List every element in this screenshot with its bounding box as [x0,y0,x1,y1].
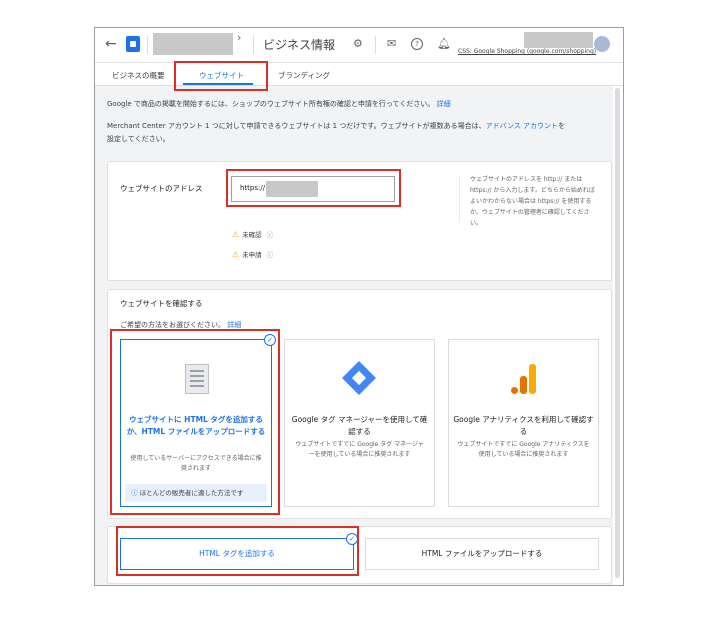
upload-html-file-button[interactable]: HTML ファイルをアップロードする [365,538,599,570]
option-html-tag-sub: 使用しているサーバーにアクセスできる場合に推奨されます [130,455,262,472]
intro-line-2-end: を [558,122,566,130]
add-html-tag-button[interactable]: HTML タグを追加する [120,538,354,570]
intro-learn-more-link[interactable]: 詳細 [437,100,451,108]
document-icon [185,364,209,394]
intro-line-3: 設定してください。 [107,135,170,143]
website-address-label: ウェブサイトのアドレス [120,184,203,193]
check-circle-icon: ✓ [264,334,276,346]
status-unverified-label: 未確認 [242,231,262,239]
warning-icon: ⚠ [232,230,240,239]
option-analytics-sub: ウェブサイトですでに Google アナリティクスを使用している場合に推奨されま… [457,441,590,458]
divider [459,176,460,222]
option-html-tag-title: ウェブサイトに HTML タグを追加するか、HTML ファイルをアップロードする [126,415,266,436]
intro-text-2: Merchant Center アカウント 1 つに対して申請できるウェブサイト… [107,120,565,133]
verify-prompt-text: ご希望の方法をお選びください。 [120,321,225,329]
option-tag-manager-title: Google タグ マネージャーを使用して確認する [291,415,428,436]
intro-line-1: Google で商品の掲載を開始するには、ショップのウェブサイト所有権の確認と申… [107,100,435,108]
option-analytics[interactable]: Google アナリティクスを利用して確認する ウェブサイトですでに Googl… [448,339,599,507]
option-tag-manager-sub: ウェブサイトですでに Google タグ マネージャーを使用している場合に推奨さ… [295,441,424,458]
help-icon[interactable]: ⓘ [267,231,274,239]
website-url-field[interactable]: https:// [231,176,395,202]
analytics-icon [511,364,537,394]
url-prefix: https:// [240,184,266,192]
website-help-text: ウェブサイトのアドレスを http:// または https:// から入力しま… [470,176,595,227]
status-unclaimed-label: 未申請 [242,251,262,259]
highlight-box [174,61,268,91]
status-unverified: ⚠ 未確認 ⓘ [232,229,273,239]
verify-title: ウェブサイトを確認する [120,299,203,308]
info-icon: ⓘ [131,489,140,497]
help-icon[interactable]: ⓘ [267,251,274,259]
tag-manager-icon [342,361,376,395]
warning-icon: ⚠ [232,250,240,259]
check-circle-icon: ✓ [346,533,358,545]
verify-learn-more-link[interactable]: 詳細 [227,321,241,329]
intro-text: Google で商品の掲載を開始するには、ショップのウェブサイト所有権の確認と申… [107,98,451,111]
verify-prompt: ご希望の方法をお選びください。 詳細 [120,320,241,330]
option-analytics-title: Google アナリティクスを利用して確認する [453,415,594,436]
status-unclaimed: ⚠ 未申請 ⓘ [232,249,273,259]
advanced-account-link[interactable]: アドバンス アカウント [486,122,558,130]
url-redacted [266,181,318,197]
recommendation-text: ほとんどの販売者に適した方法です [139,489,244,497]
intro-line-2: Merchant Center アカウント 1 つに対して申請できるウェブサイト… [107,122,486,130]
recommendation-banner: ⓘ ほとんどの販売者に適した方法です [125,484,267,502]
option-html-tag[interactable]: ウェブサイトに HTML タグを追加するか、HTML ファイルをアップロードする… [120,339,272,507]
option-tag-manager[interactable]: Google タグ マネージャーを使用して確認する ウェブサイトですでに Goo… [284,339,435,507]
